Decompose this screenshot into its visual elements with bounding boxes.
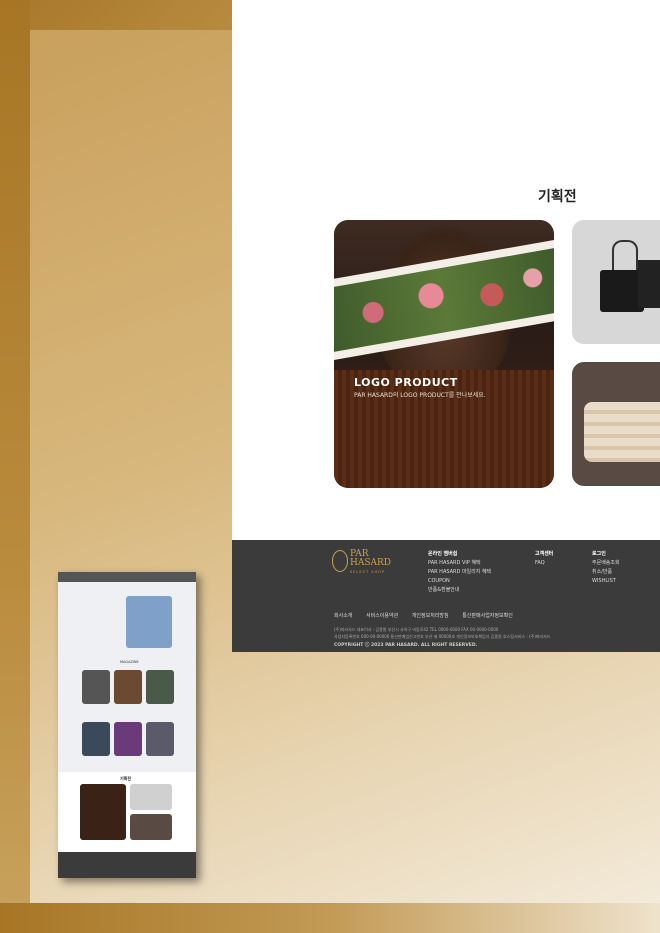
footer-policy-links: 회사소개 서비스이용약관 개인정보처리방침 통신판매사업자정보확인 [334, 612, 525, 619]
website-screenshot: 기획전 LOGO PRODUCT PAR HASARD의 LOGO PRODUC… [232, 0, 660, 652]
thumb-magazine-image [114, 670, 142, 704]
folded-knit-image [584, 402, 660, 462]
footer-link-company[interactable]: 회사소개 [334, 613, 352, 619]
shopper-bag-image [638, 260, 660, 308]
thumb-promo-label: 기획전 [120, 776, 132, 781]
footer-col-heading: 온라인 멤버쉽 [428, 551, 458, 557]
frame-left-border [0, 0, 30, 933]
footer-link-orders[interactable]: 주문배송조회 [592, 559, 620, 568]
footer-link-returns[interactable]: 취소/반품 [592, 568, 620, 577]
thumb-magazine-image [82, 670, 110, 704]
footer-col-login: 로그인 주문배송조회 취소/반품 WISHLIST [592, 550, 620, 586]
full-page-thumbnail: MAGAZINE 기획전 [58, 572, 196, 878]
thumb-bag-image [130, 784, 172, 810]
footer-copyright: COPYRIGHT ⓒ 2023 PAR HASARD. ALL RIGHT R… [334, 643, 478, 648]
thumb-promo-section: 기획전 [58, 772, 196, 852]
footer-link-coupon[interactable]: COUPON [428, 577, 491, 586]
thumb-magazine-label: MAGAZINE [120, 660, 139, 664]
footer-col-support: 고객센터 FAQ [535, 550, 553, 568]
site-footer: PAR HASARD SELECT SHOP 온라인 멤버쉽 PAR HASAR… [232, 540, 660, 652]
footer-info-line: 사업자등록번호 000-00-00000 통신판매업신고번호 부산 제 0000… [334, 634, 551, 639]
footer-col-heading: 고객센터 [535, 551, 554, 557]
logo-product-card[interactable]: LOGO PRODUCT PAR HASARD의 LOGO PRODUCT를 만… [334, 220, 554, 488]
thumb-header [58, 572, 196, 582]
thumb-knit-image [130, 814, 172, 840]
thumb-magazine-image [114, 722, 142, 756]
footer-link-wishlist[interactable]: WISHLIST [592, 577, 620, 586]
thumb-magazine-image [82, 722, 110, 756]
footer-col-heading: 로그인 [592, 551, 606, 557]
footer-link-terms[interactable]: 서비스이용약관 [366, 613, 398, 619]
footer-link-refund[interactable]: 반품&환불안내 [428, 586, 491, 595]
footer-link-mileage[interactable]: PAR HASARD 마일리지 혜택 [428, 568, 491, 577]
thumb-footer [58, 852, 196, 878]
footer-company-info: (주)파라사드 대표이사 : 김종원 부산시 사하구 비동로42 TEL 000… [334, 626, 634, 640]
knitwear-promo-card[interactable] [572, 362, 660, 486]
thumb-magazine-image [146, 670, 174, 704]
frame-bottom-border [0, 903, 660, 933]
footer-col-membership: 온라인 멤버쉽 PAR HASARD VIP 혜택 PAR HASARD 마일리… [428, 550, 491, 595]
thumb-magazine-image [146, 722, 174, 756]
footer-link-privacy[interactable]: 개인정보처리방침 [412, 613, 449, 619]
card-title: LOGO PRODUCT [354, 376, 458, 389]
footer-link-business[interactable]: 통신판매사업자정보확인 [462, 613, 513, 619]
footer-link-faq[interactable]: FAQ [535, 559, 553, 568]
card-subtitle: PAR HASARD의 LOGO PRODUCT를 만나보세요. [354, 392, 486, 399]
footer-link-vip[interactable]: PAR HASARD VIP 혜택 [428, 559, 491, 568]
logo-text: PAR HASARD [350, 549, 392, 568]
footer-info-line: (주)파라사드 대표이사 : 김종원 부산시 사하구 비동로42 TEL 000… [334, 627, 499, 632]
footer-logo[interactable]: PAR HASARD SELECT SHOP [332, 549, 402, 574]
thumb-hero-image [126, 596, 172, 648]
bag-promo-card[interactable] [572, 220, 660, 344]
logo-tagline: SELECT SHOP [350, 570, 386, 574]
logo-emblem-icon [332, 550, 348, 572]
thumb-logo-product-image [80, 784, 126, 840]
section-title: 기획전 [538, 189, 577, 205]
